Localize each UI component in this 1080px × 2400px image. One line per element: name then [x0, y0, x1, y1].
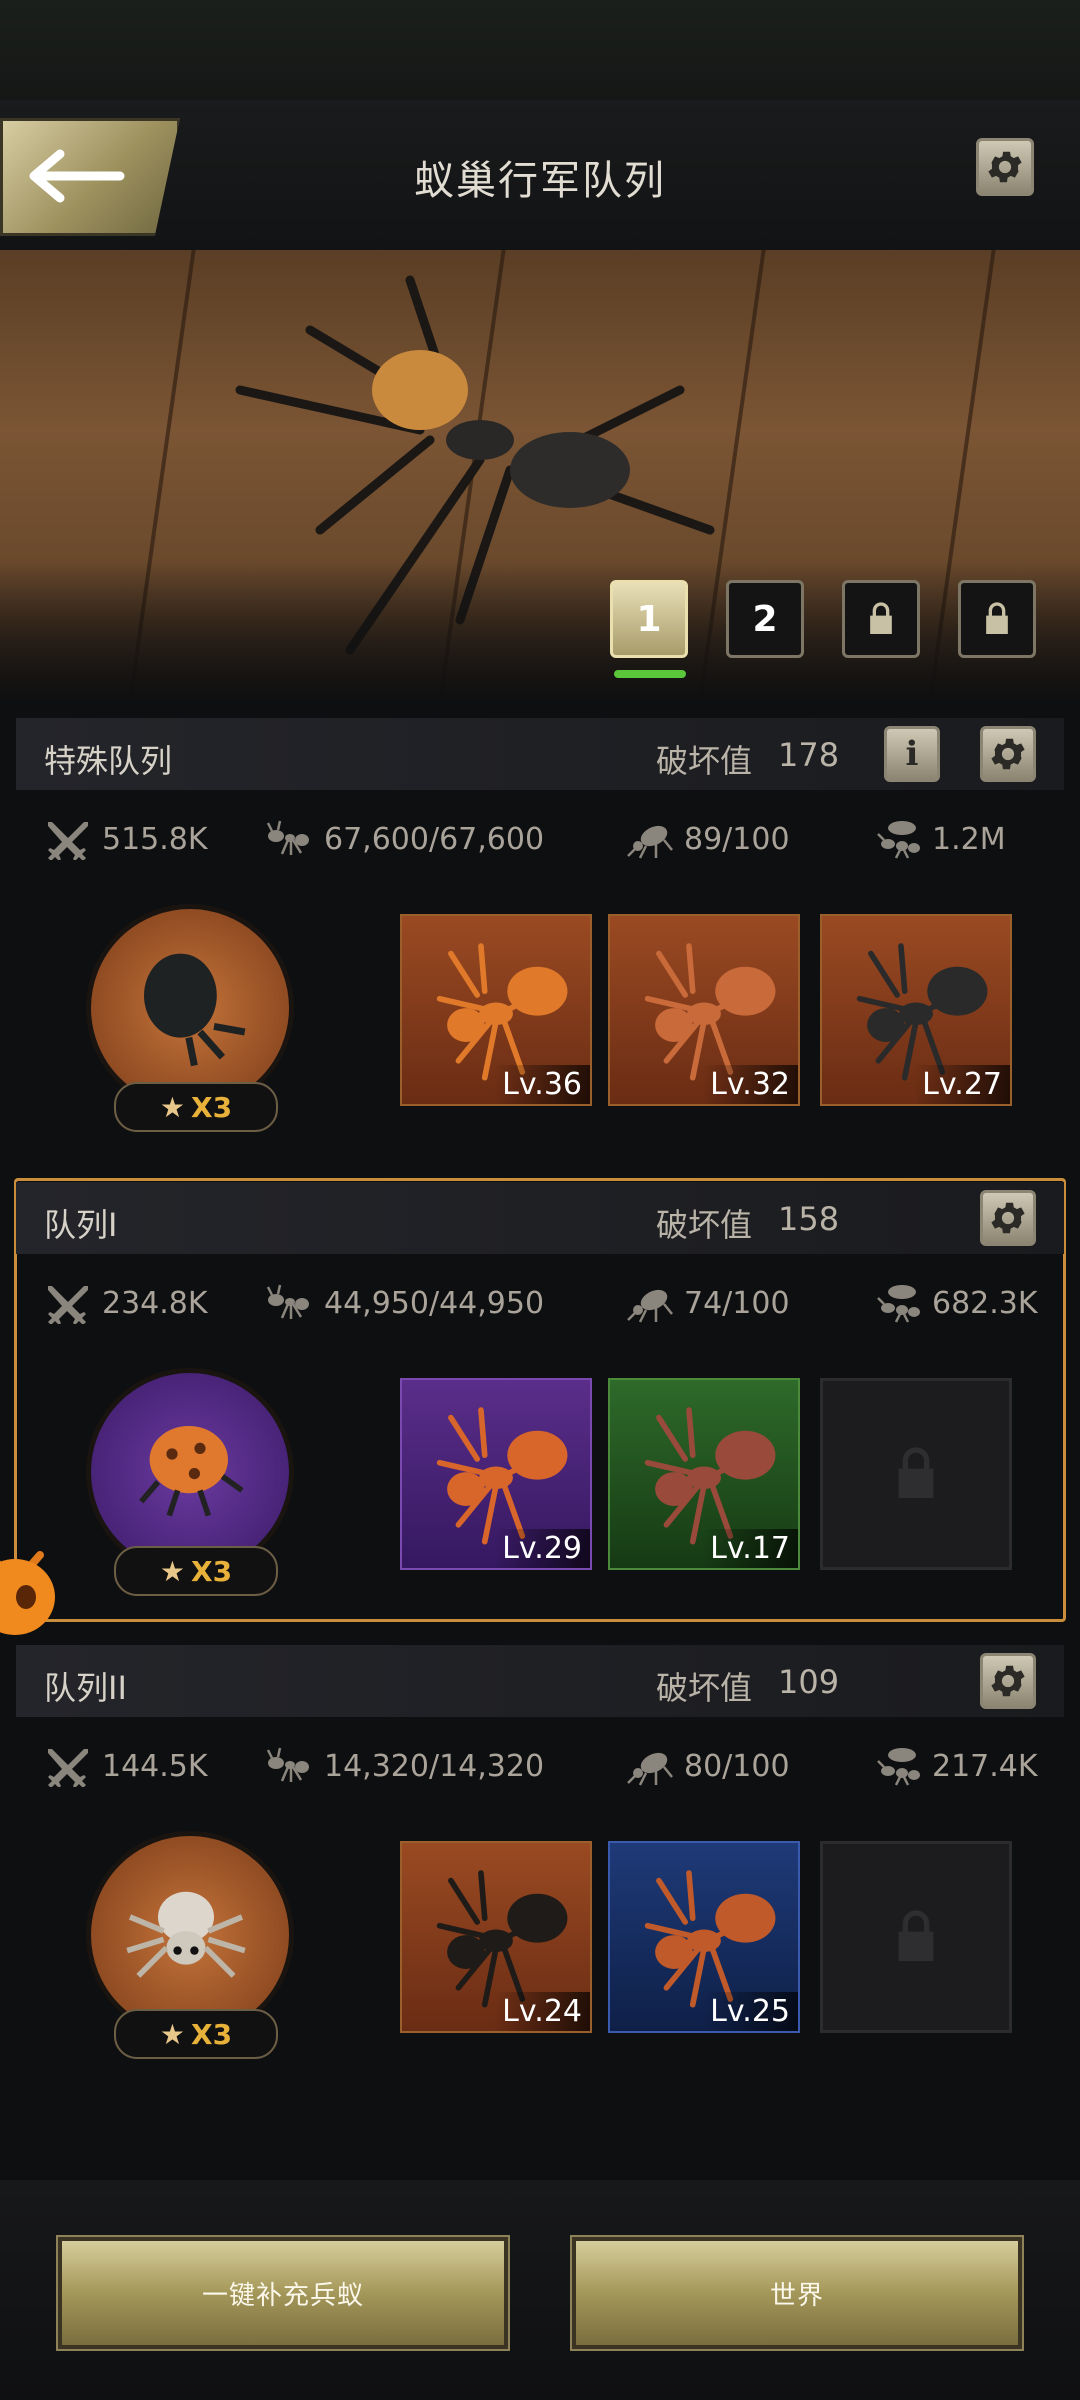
ant-level: Lv.17	[702, 1529, 798, 1568]
floating-pet-icon[interactable]	[0, 1535, 60, 1645]
ant-level: Lv.27	[914, 1065, 1010, 1104]
ant-card[interactable]: Lv.29	[400, 1378, 592, 1570]
leader-star-badge: ★ X3	[114, 1546, 278, 1596]
crossed-swords-icon	[44, 1282, 92, 1324]
settings-button[interactable]	[976, 138, 1034, 196]
star-icon: ★	[159, 1090, 186, 1124]
queue-header: 队列I 破坏值 158	[16, 1182, 1064, 1254]
bottom-action-bar: 一键补充兵蚁 世界	[0, 2180, 1080, 2400]
queue-header: 队列II 破坏值 109	[16, 1645, 1064, 1717]
lock-icon	[977, 599, 1017, 639]
ant-icon	[266, 1745, 314, 1787]
ant-card[interactable]: Lv.17	[608, 1378, 800, 1570]
carrier-ant-icon	[874, 1745, 922, 1787]
queue-header: 特殊队列 破坏值 178 i	[16, 718, 1064, 790]
header: 蚁巢行军队列	[0, 100, 1080, 252]
locked-ant-slot[interactable]	[820, 1378, 1012, 1570]
leader-portrait[interactable]: ★ X3	[80, 1368, 300, 1608]
stat-capacity: 74/100	[626, 1282, 790, 1324]
world-button[interactable]: 世界	[572, 2237, 1022, 2349]
lock-icon	[884, 1905, 948, 1969]
queue-title: 队列I	[44, 1206, 118, 1244]
ant-card[interactable]: Lv.36	[400, 914, 592, 1106]
power-value: 158	[778, 1200, 840, 1238]
ant-card[interactable]: Lv.25	[608, 1841, 800, 2033]
lock-icon	[861, 599, 901, 639]
bug-icon	[626, 818, 674, 860]
crossed-swords-icon	[44, 1745, 92, 1787]
ant-level: Lv.29	[494, 1529, 590, 1568]
queue-title: 队列II	[44, 1669, 127, 1707]
gear-icon	[987, 1660, 1029, 1702]
stat-load: 217.4K	[874, 1745, 1038, 1787]
crossed-swords-icon	[44, 818, 92, 860]
ant-icon	[266, 1282, 314, 1324]
queue-stats: 144.5K 14,320/14,320 80/100 217.4K	[16, 1735, 1064, 1795]
queue-stats: 515.8K 67,600/67,600 89/100 1.2M	[16, 808, 1064, 868]
team-tab-1[interactable]: 1	[610, 580, 688, 658]
queue-settings-button[interactable]	[980, 1653, 1036, 1709]
leader-portrait[interactable]: ★ X3	[80, 904, 300, 1144]
page-title: 蚁巢行军队列	[414, 158, 666, 204]
ant-icon	[266, 818, 314, 860]
leader-star-badge: ★ X3	[114, 1082, 278, 1132]
power-value: 109	[778, 1663, 840, 1701]
gear-icon	[987, 733, 1029, 775]
queue-stats: 234.8K 44,950/44,950 74/100 682.3K	[16, 1272, 1064, 1332]
stat-capacity: 80/100	[626, 1745, 790, 1787]
ladybug-icon	[139, 1426, 244, 1517]
ant-level: Lv.32	[702, 1065, 798, 1104]
leader-star-badge: ★ X3	[114, 2009, 278, 2059]
ant-card[interactable]: Lv.32	[608, 914, 800, 1106]
carrier-ant-icon	[874, 1282, 922, 1324]
stat-load: 682.3K	[874, 1282, 1038, 1324]
gear-icon	[987, 1197, 1029, 1239]
lock-icon	[884, 1442, 948, 1506]
power-label: 破坏值	[656, 1206, 753, 1244]
status-bar	[0, 0, 1080, 100]
info-icon: i	[905, 734, 919, 774]
locked-ant-slot[interactable]	[820, 1841, 1012, 2033]
ant-card[interactable]: Lv.27	[820, 914, 1012, 1106]
power-value: 178	[778, 736, 840, 774]
stat-troops: 67,600/67,600	[266, 818, 544, 860]
refill-soldiers-button[interactable]: 一键补充兵蚁	[58, 2237, 508, 2349]
queue-settings-button[interactable]	[980, 726, 1036, 782]
team-tab-locked-3[interactable]	[842, 580, 920, 658]
carrier-ant-icon	[874, 818, 922, 860]
stat-attack: 234.8K	[44, 1282, 208, 1324]
ant-level: Lv.25	[702, 1992, 798, 2031]
bug-icon	[626, 1282, 674, 1324]
stat-load: 1.2M	[874, 818, 1006, 860]
star-icon: ★	[159, 1554, 186, 1588]
active-tab-indicator	[614, 670, 686, 678]
team-tab-2[interactable]: 2	[726, 580, 804, 658]
bug-icon	[626, 1745, 674, 1787]
ant-level: Lv.24	[494, 1992, 590, 2031]
team-tab-locked-4[interactable]	[958, 580, 1036, 658]
queue-settings-button[interactable]	[980, 1190, 1036, 1246]
stat-attack: 515.8K	[44, 818, 208, 860]
beetle-icon	[144, 953, 246, 1067]
gear-icon	[984, 146, 1026, 188]
star-icon: ★	[159, 2017, 186, 2051]
ant-card[interactable]: Lv.24	[400, 1841, 592, 2033]
stat-troops: 14,320/14,320	[266, 1745, 544, 1787]
power-label: 破坏值	[656, 742, 753, 780]
leader-portrait[interactable]: ★ X3	[80, 1831, 300, 2071]
queue-title: 特殊队列	[44, 742, 173, 780]
stat-attack: 144.5K	[44, 1745, 208, 1787]
hero-banner: 1 2	[0, 250, 1080, 700]
spider-icon	[126, 1891, 246, 1978]
stat-capacity: 89/100	[626, 818, 790, 860]
ant-level: Lv.36	[494, 1065, 590, 1104]
info-button[interactable]: i	[884, 726, 940, 782]
power-label: 破坏值	[656, 1669, 753, 1707]
stat-troops: 44,950/44,950	[266, 1282, 544, 1324]
